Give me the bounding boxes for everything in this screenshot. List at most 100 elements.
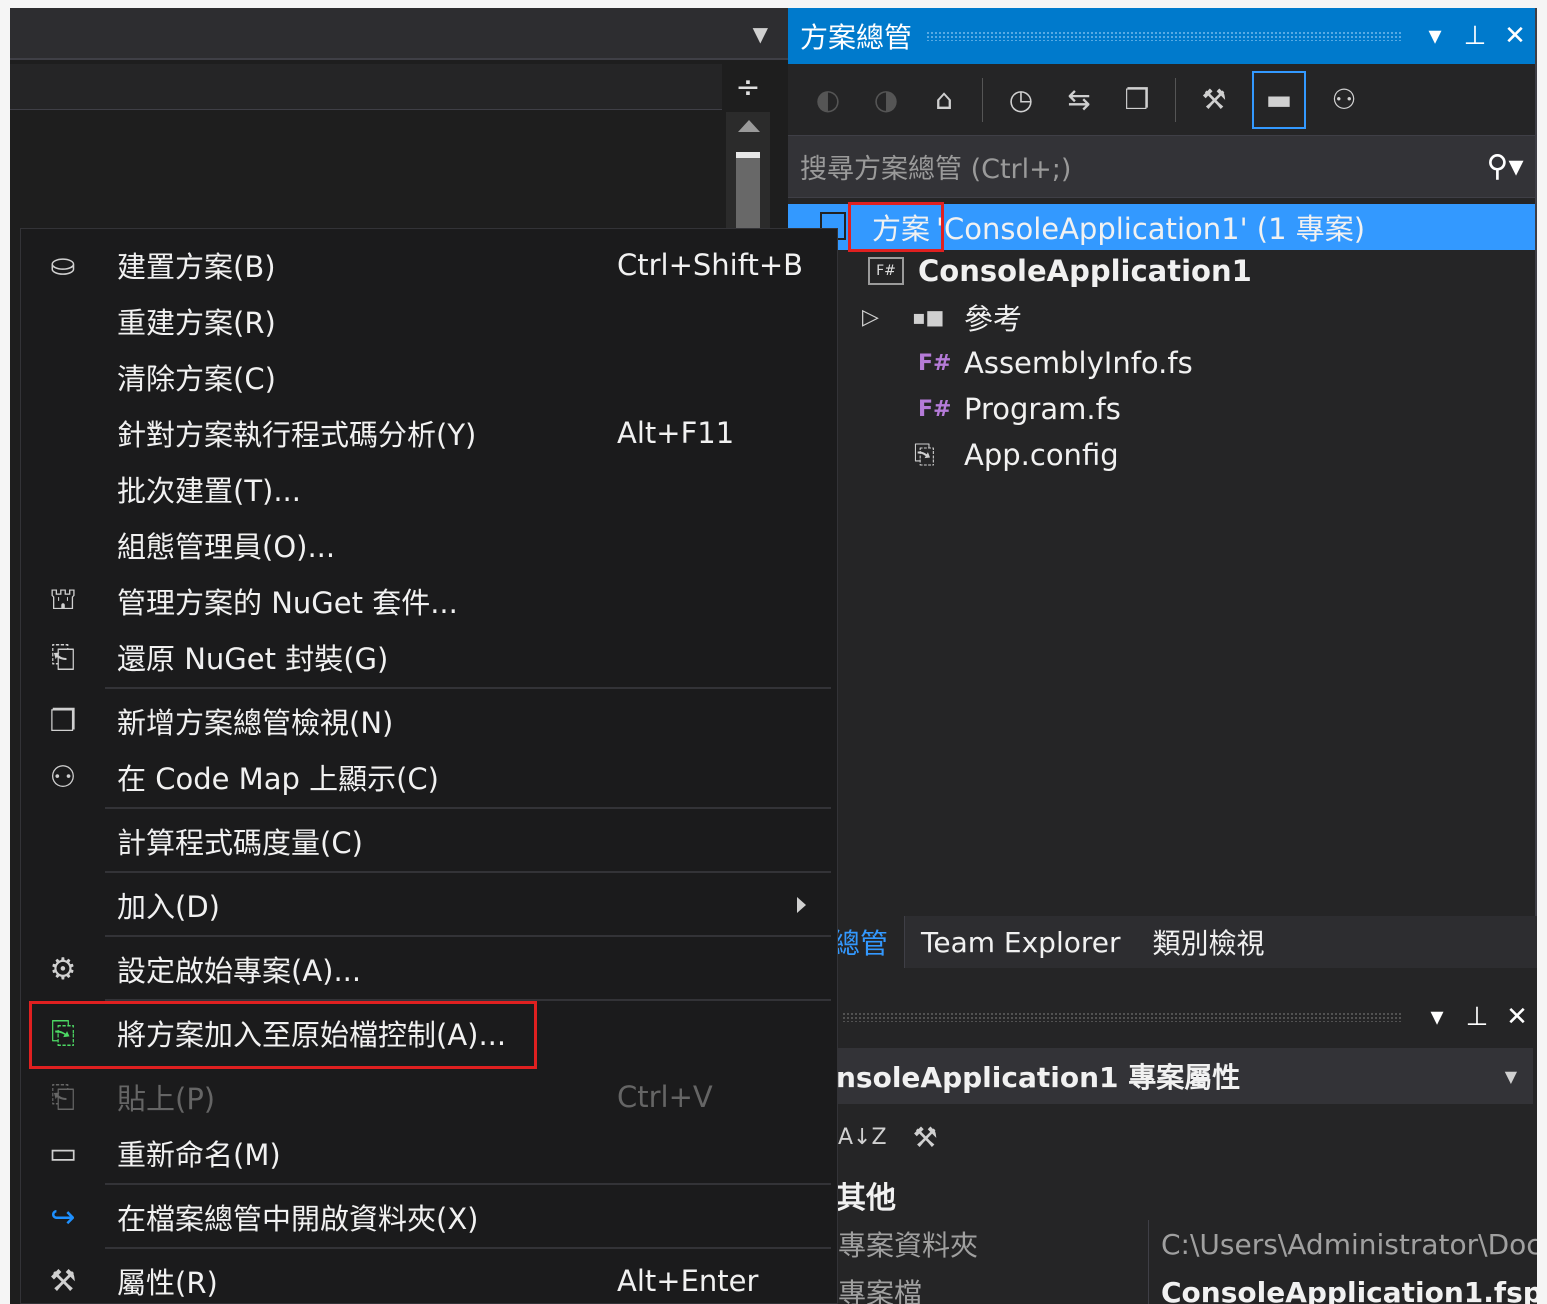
menu-item-show-on-code-map[interactable]: ⚇ 在 Code Map 上顯示(C) <box>21 749 837 805</box>
collapse-all-icon[interactable]: ❐ <box>1117 78 1157 122</box>
pin-icon[interactable]: ⊥ <box>1457 1002 1497 1032</box>
tree-item-project[interactable]: F# ConsoleApplication1 <box>868 248 1528 294</box>
panel-title: 方案總管 <box>800 21 913 54</box>
menu-item-restore-nuget[interactable]: ⎗ 還原 NuGet 封裝(G) <box>21 629 837 685</box>
titlebar-grip[interactable] <box>842 1012 1403 1022</box>
context-menu: ⛀ 建置方案(B) Ctrl+Shift+B 重建方案(R) 清除方案(C) 針… <box>20 228 838 1304</box>
split-window-icon[interactable]: ÷ <box>726 64 770 110</box>
solution-explorer-toolbar: ◐ ◑ ⌂ ◷ ⇆ ❐ ⚒ ▬ ⚇ <box>788 64 1535 136</box>
close-icon[interactable]: ✕ <box>1497 1002 1537 1032</box>
menu-item-configuration-manager[interactable]: 組態管理員(O)... <box>21 517 837 573</box>
close-icon[interactable]: ✕ <box>1495 21 1535 51</box>
menu-item-label: 在檔案總管中開啟資料夾(X) <box>117 1202 479 1236</box>
menu-item-shortcut: Ctrl+V <box>617 1080 713 1114</box>
object-selector[interactable]: nsoleApplication1 專案屬性 ▼ <box>792 1048 1533 1104</box>
code-map-icon[interactable]: ⚇ <box>1324 78 1364 122</box>
menu-item-shortcut: Alt+Enter <box>617 1264 759 1298</box>
pending-changes-filter-icon[interactable]: ◷ <box>1001 78 1041 122</box>
tree-item-references[interactable]: ▷ ▪■ 參考 <box>862 294 1522 340</box>
menu-item-label: 屬性(R) <box>117 1266 218 1300</box>
preview-selected-icon[interactable]: ▬ <box>1252 70 1306 129</box>
property-name: 專案檔 <box>838 1277 923 1304</box>
tree-item-file[interactable]: ⎘ App.config <box>914 432 1514 478</box>
new-view-icon: ❐ <box>49 703 77 739</box>
property-value: ConsoleApplication1.fsproj <box>1148 1268 1537 1304</box>
project-name: ConsoleApplication1 <box>918 254 1252 288</box>
references-label: 參考 <box>964 302 1023 336</box>
menu-item-label: 組態管理員(O)... <box>117 530 336 564</box>
menu-item-label: 還原 NuGet 封裝(G) <box>117 642 389 676</box>
search-input[interactable]: 搜尋方案總管 (Ctrl+;) <box>800 147 1475 186</box>
chevron-down-icon[interactable]: ▼ <box>1505 1067 1517 1086</box>
menu-item-rebuild-solution[interactable]: 重建方案(R) <box>21 293 837 349</box>
menu-item-add[interactable]: 加入(D) <box>21 877 837 933</box>
menu-item-label: 新增方案總管檢視(N) <box>117 706 394 740</box>
tree-item-file[interactable]: F# AssemblyInfo.fs <box>918 340 1518 386</box>
scroll-up-icon[interactable] <box>738 120 760 132</box>
property-value: C:\Users\Administrator\Doc <box>1148 1220 1537 1268</box>
menu-item-label: 清除方案(C) <box>117 362 276 396</box>
menu-item-label: 加入(D) <box>117 890 220 924</box>
menu-item-rename[interactable]: ▭ 重新命名(M) <box>21 1125 837 1181</box>
code-map-icon: ⚇ <box>49 759 77 795</box>
file-name: App.config <box>964 438 1119 472</box>
window-position-icon[interactable]: ▾ <box>1415 21 1455 51</box>
tab-team-explorer[interactable]: Team Explorer <box>905 916 1137 968</box>
tab-dropdown-icon[interactable]: ▼ <box>753 22 768 46</box>
menu-item-paste[interactable]: ⎗ 貼上(P) Ctrl+V <box>21 1069 837 1125</box>
references-icon: ▪■ <box>912 305 945 329</box>
menu-item-clean-solution[interactable]: 清除方案(C) <box>21 349 837 405</box>
menu-item-batch-build[interactable]: 批次建置(T)... <box>21 461 837 517</box>
properties-wrench-icon[interactable]: ⚒ <box>1194 78 1234 122</box>
paste-icon: ⎗ <box>51 1079 75 1115</box>
sort-alphabetical-icon[interactable]: A↓Z <box>838 1125 887 1150</box>
back-icon[interactable]: ◐ <box>808 78 848 122</box>
window-position-icon[interactable]: ▾ <box>1417 1002 1457 1032</box>
property-row[interactable]: 專案檔 ConsoleApplication1.fsproj <box>788 1268 1537 1304</box>
solution-explorer-search[interactable]: 搜尋方案總管 (Ctrl+;) ⚲▾ <box>788 136 1535 198</box>
tab-class-view[interactable]: 類別檢視 <box>1137 916 1281 968</box>
toolbar-separator <box>982 77 983 122</box>
property-pages-icon[interactable]: ⚒ <box>913 1121 938 1154</box>
forward-icon[interactable]: ◑ <box>866 78 906 122</box>
toolbar-separator <box>1175 77 1176 122</box>
search-icon[interactable]: ⚲▾ <box>1475 149 1535 184</box>
menu-item-open-folder[interactable]: ↪ 在檔案總管中開啟資料夾(X) <box>21 1189 837 1245</box>
menu-item-new-explorer-view[interactable]: ❐ 新增方案總管檢視(N) <box>21 693 837 749</box>
highlight-box-solution <box>848 202 944 252</box>
sync-with-document-icon[interactable]: ⇆ <box>1059 78 1099 122</box>
expand-arrow-icon[interactable]: ▷ <box>862 305 912 330</box>
config-file-icon: ⎘ <box>914 439 935 470</box>
menu-item-label: 設定啟始專案(A)... <box>117 954 362 988</box>
menu-item-build-solution[interactable]: ⛀ 建置方案(B) Ctrl+Shift+B <box>21 237 837 293</box>
menu-separator <box>105 687 831 689</box>
wrench-icon: ⚒ <box>49 1263 77 1299</box>
home-icon[interactable]: ⌂ <box>924 78 964 122</box>
titlebar-grip[interactable] <box>926 31 1401 41</box>
rename-icon: ▭ <box>48 1135 78 1171</box>
property-row[interactable]: 專案資料夾 C:\Users\Administrator\Doc <box>788 1220 1537 1268</box>
menu-item-label: 管理方案的 NuGet 套件... <box>117 586 458 620</box>
menu-separator <box>105 871 831 873</box>
editor-navigation-bar[interactable] <box>10 64 722 110</box>
property-name: 專案資料夾 <box>838 1229 979 1262</box>
menu-item-properties[interactable]: ⚒ 屬性(R) Alt+Enter <box>21 1253 837 1304</box>
menu-item-manage-nuget[interactable]: ⛫ 管理方案的 NuGet 套件... <box>21 573 837 629</box>
properties-toolbar: A↓Z ⚒ <box>788 1104 1537 1170</box>
tool-window-tabs: 案總管 Team Explorer 類別檢視 <box>788 916 1537 968</box>
pin-icon[interactable]: ⊥ <box>1455 21 1495 51</box>
menu-item-label: 建置方案(B) <box>117 250 276 284</box>
restore-packages-icon: ⎗ <box>51 639 75 675</box>
menu-item-code-metrics[interactable]: 計算程式碼度量(C) <box>21 813 837 869</box>
properties-panel: 性 ▾ ⊥ ✕ nsoleApplication1 專案屬性 ▼ A↓Z ⚒ 其… <box>788 968 1537 1304</box>
fsharp-project-icon: F# <box>868 257 904 285</box>
menu-item-code-analysis[interactable]: 針對方案執行程式碼分析(Y) Alt+F11 <box>21 405 837 461</box>
menu-item-label: 重建方案(R) <box>117 306 276 340</box>
tree-item-file[interactable]: F# Program.fs <box>918 386 1518 432</box>
menu-item-label: 計算程式碼度量(C) <box>117 826 363 860</box>
open-folder-icon: ↪ <box>50 1199 76 1235</box>
nuget-icon: ⛫ <box>49 581 77 617</box>
menu-item-set-startup-projects[interactable]: ⚙ 設定啟始專案(A)... <box>21 941 837 997</box>
menu-item-label: 針對方案執行程式碼分析(Y) <box>117 418 477 452</box>
menu-separator <box>105 807 831 809</box>
